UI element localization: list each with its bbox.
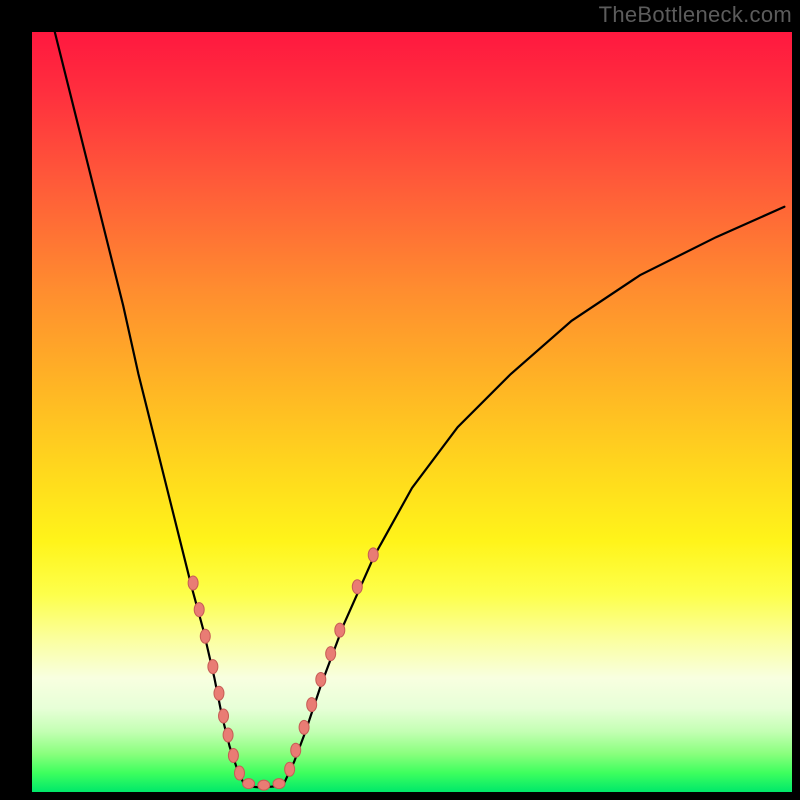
plot-area (32, 32, 792, 792)
data-marker (214, 686, 224, 700)
data-marker (208, 660, 218, 674)
data-marker (219, 709, 229, 723)
data-marker (291, 743, 301, 757)
watermark-text: TheBottleneck.com (599, 2, 792, 28)
marker-group (188, 548, 378, 790)
curve-line (55, 32, 785, 787)
data-marker (352, 580, 362, 594)
data-marker (273, 779, 285, 789)
chart-frame: TheBottleneck.com (0, 0, 800, 800)
data-marker (368, 548, 378, 562)
data-marker (285, 762, 295, 776)
curve-svg (32, 32, 792, 792)
data-marker (228, 749, 238, 763)
data-marker (299, 720, 309, 734)
data-marker (243, 779, 255, 789)
data-marker (200, 629, 210, 643)
data-marker (316, 673, 326, 687)
data-marker (194, 603, 204, 617)
data-marker (234, 766, 244, 780)
data-marker (188, 576, 198, 590)
data-marker (307, 698, 317, 712)
data-marker (258, 780, 270, 790)
data-marker (223, 728, 233, 742)
data-marker (335, 623, 345, 637)
data-marker (326, 647, 336, 661)
